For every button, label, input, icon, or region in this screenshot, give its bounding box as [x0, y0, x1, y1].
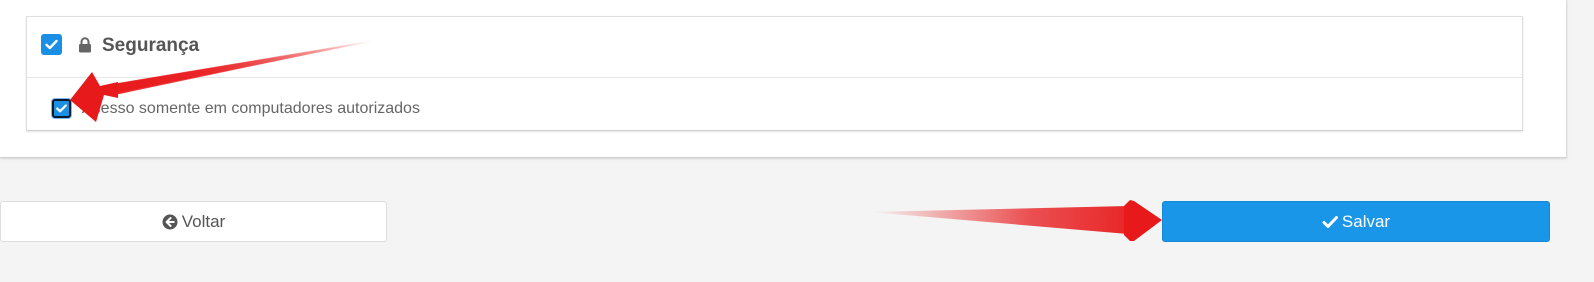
checkmark-icon: [56, 104, 67, 113]
back-button[interactable]: Voltar: [0, 201, 387, 242]
content-panel: Segurança Acesso somente em computadores…: [0, 0, 1567, 158]
security-card-body: Acesso somente em computadores autorizad…: [27, 78, 1522, 131]
authorized-computers-checkbox[interactable]: [52, 99, 71, 118]
security-card-title: Segurança: [102, 35, 200, 56]
checkmark-icon: [45, 39, 58, 50]
red-arrow-annotation-save: [870, 200, 1162, 241]
circle-arrow-left-icon: [162, 214, 178, 229]
check-icon: [1322, 215, 1338, 228]
security-enable-checkbox[interactable]: [41, 34, 62, 55]
lock-icon: [79, 37, 91, 53]
save-button-label: Salvar: [1341, 211, 1391, 231]
save-button[interactable]: Salvar: [1162, 201, 1550, 242]
authorized-computers-label: Acesso somente em computadores autorizad…: [82, 100, 420, 117]
security-card-header: Segurança: [27, 17, 1522, 78]
security-card: Segurança Acesso somente em computadores…: [26, 16, 1523, 131]
back-button-label: Voltar: [181, 211, 226, 231]
